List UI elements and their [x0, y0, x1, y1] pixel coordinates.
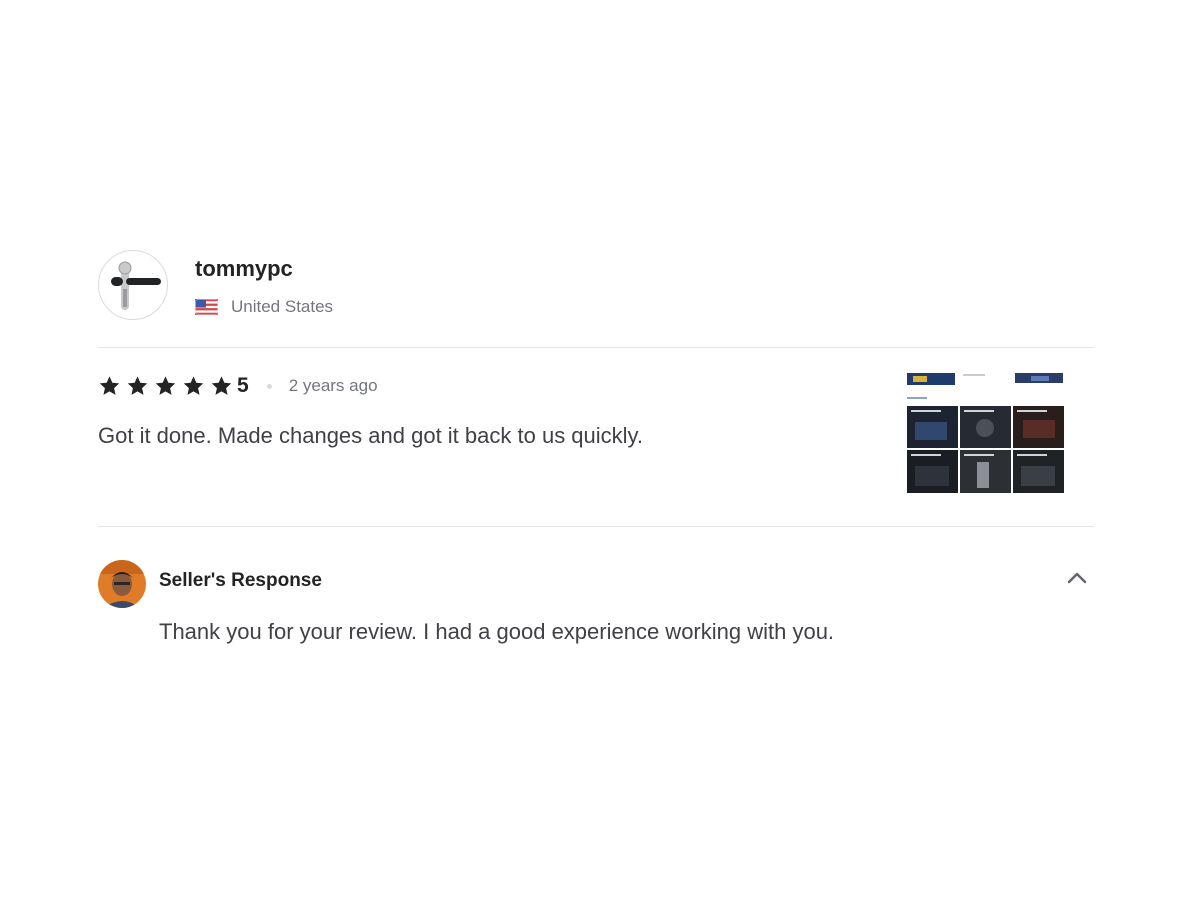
seller-avatar[interactable]	[98, 560, 146, 608]
reviewer-country: United States	[195, 297, 333, 317]
country-name: United States	[231, 297, 334, 316]
divider	[98, 526, 1094, 527]
star-icon	[99, 376, 120, 395]
divider	[98, 347, 1094, 348]
separator-dot	[266, 383, 272, 389]
reviewer-avatar[interactable]	[98, 250, 168, 320]
review-text: Got it done. Made changes and got it bac…	[98, 423, 644, 448]
chevron-up-icon	[1067, 572, 1087, 584]
response-title: Seller's Response	[159, 570, 322, 591]
seller-avatar-icon	[98, 560, 146, 608]
key-icon	[111, 261, 161, 310]
collapse-response-button[interactable]	[1064, 568, 1090, 588]
reviewer-username[interactable]: tommypc	[195, 256, 293, 282]
star-icon	[155, 376, 176, 395]
response-text: Thank you for your review. I had a good …	[159, 619, 835, 644]
rating-score: 5	[237, 374, 249, 397]
star-icon	[183, 376, 204, 395]
review-card: tommypc United States 5 2 years ago Got …	[98, 250, 1094, 644]
reviewer-header: tommypc United States	[98, 250, 1094, 324]
portfolio-thumbnail	[905, 370, 1067, 494]
review-time: 2 years ago	[288, 376, 378, 395]
star-rating	[98, 375, 238, 397]
review-attachment-thumbnail[interactable]	[905, 370, 1067, 494]
star-icon	[127, 376, 148, 395]
rating-row: 5 2 years ago	[98, 374, 378, 398]
star-icon	[211, 376, 232, 395]
us-flag-icon	[195, 299, 218, 315]
seller-response: Seller's Response Thank you for your rev…	[98, 560, 1094, 650]
